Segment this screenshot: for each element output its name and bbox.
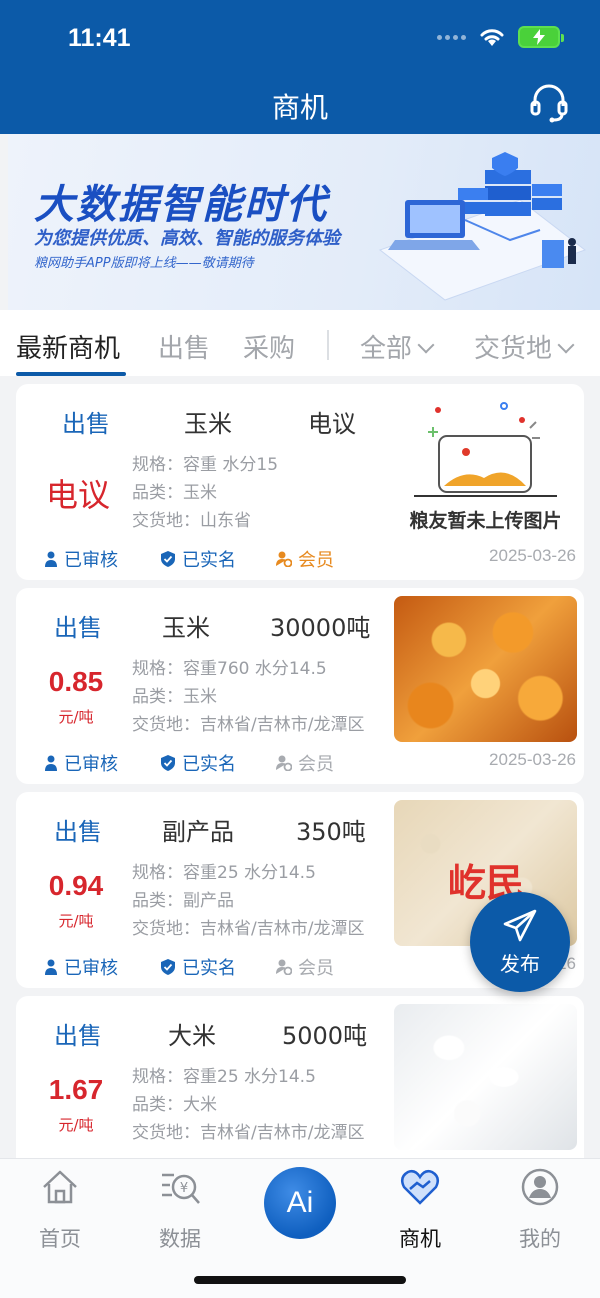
listing-product: 副产品: [162, 818, 234, 846]
listing-price-unit: 元/吨: [58, 1116, 94, 1134]
user-profile-icon: [521, 1168, 559, 1206]
banner-note: 粮网助手APP版即将上线——敬请期待: [34, 256, 254, 271]
listing-date: 2025-03-26: [489, 750, 576, 769]
real-name-badge: 已实名: [160, 750, 236, 776]
listing-category: 品类：玉米: [132, 483, 217, 503]
data-search-icon: ¥: [162, 1173, 200, 1204]
listing-type: 出售: [54, 614, 102, 642]
shield-check-icon: [161, 755, 175, 771]
tab-buy[interactable]: 采购: [243, 328, 295, 365]
no-image-caption: 粮友暂未上传图片: [409, 510, 562, 532]
tab-data-label: 数据: [159, 1227, 201, 1251]
handshake-heart-icon: [400, 1169, 440, 1205]
page-title: 商机: [271, 91, 328, 124]
verified-badge: 已审核: [44, 546, 118, 572]
filter-all-dropdown[interactable]: 全部: [360, 328, 435, 365]
member-badge: 会员: [276, 750, 334, 776]
status-icons: [437, 26, 564, 48]
listing-image-placeholder: 粮友暂未上传图片: [394, 392, 577, 538]
svg-text:¥: ¥: [180, 1181, 188, 1196]
member-badge: 会员: [276, 546, 334, 572]
person-icon: [45, 551, 57, 567]
home-icon: [43, 1170, 77, 1204]
server-illustration: [378, 152, 587, 301]
filter-delivery-label: 交货地: [474, 334, 553, 364]
customer-service-icon[interactable]: [528, 82, 570, 124]
verified-badge: 已审核: [44, 750, 118, 776]
listing-list[interactable]: 出售 玉米 电议 电议 规格：容重 水分15 品类：玉米 交货地：山东省 粮友暂…: [0, 376, 600, 1158]
member-icon: [276, 959, 292, 975]
listing-type: 出售: [54, 818, 102, 846]
send-icon: [503, 909, 537, 942]
shield-check-icon: [161, 551, 175, 567]
listing-product: 大米: [168, 1022, 216, 1050]
ai-assistant-button[interactable]: Ai: [264, 1167, 336, 1239]
tab-divider: [327, 330, 329, 360]
listing-price: 0.85: [48, 666, 104, 697]
tab-business-label: 商机: [399, 1227, 441, 1251]
tab-mine-label: 我的: [519, 1227, 561, 1251]
listing-price-unit: 元/吨: [58, 912, 94, 930]
tab-home-label: 首页: [39, 1227, 81, 1251]
listing-spec: 规格：容重25 水分14.5: [132, 1067, 316, 1087]
shield-check-icon: [161, 959, 175, 975]
listing-quantity: 30000吨: [270, 614, 371, 642]
listing-product: 玉米: [162, 614, 210, 642]
listing-spec: 规格：容重760 水分14.5: [132, 659, 327, 679]
tab-latest[interactable]: 最新商机: [16, 328, 120, 365]
listing-delivery: 交货地：吉林省/吉林市/龙潭区: [132, 1123, 365, 1143]
publish-button[interactable]: 发布: [470, 892, 570, 992]
listing-quantity: 5000吨: [282, 1022, 368, 1050]
real-name-badge: 已实名: [160, 546, 236, 572]
wifi-icon: [480, 29, 504, 46]
publish-label: 发布: [500, 952, 540, 976]
listing-delivery: 交货地：吉林省/吉林市/龙潭区: [132, 919, 365, 939]
listing-category: 品类：大米: [132, 1095, 217, 1115]
listing-category: 品类：玉米: [132, 687, 217, 707]
listing-type: 出售: [54, 1022, 102, 1050]
person-icon: [45, 755, 57, 771]
listing-spec: 规格：容重25 水分14.5: [132, 863, 316, 883]
banner-subtitle: 为您提供优质、高效、智能的服务体验: [34, 228, 340, 249]
listing-price: 0.94: [48, 870, 104, 901]
chevron-down-icon: [557, 336, 575, 354]
listing-date: 2025-03-26: [489, 546, 576, 565]
listing-delivery: 交货地：吉林省/吉林市/龙潭区: [132, 715, 365, 735]
promo-banner[interactable]: 大数据智能时代 为您提供优质、高效、智能的服务体验 粮网助手APP版即将上线——…: [8, 134, 600, 310]
status-time: 11:41: [68, 24, 131, 52]
filter-tabs: 最新商机 出售 采购 全部 交货地: [0, 310, 600, 376]
ai-label: Ai: [286, 1186, 314, 1219]
real-name-badge: 已实名: [160, 954, 236, 980]
battery-icon: [518, 26, 564, 48]
no-image-icon: [414, 402, 557, 497]
listing-category: 品类：副产品: [132, 891, 234, 911]
chevron-down-icon: [417, 336, 435, 354]
listing-card[interactable]: 出售 玉米 30000吨 0.85 元/吨 规格：容重760 水分14.5 品类…: [16, 588, 584, 784]
listing-quantity: 电议: [308, 410, 356, 438]
member-icon: [276, 755, 292, 771]
listing-quantity: 350吨: [296, 818, 366, 846]
filter-delivery-dropdown[interactable]: 交货地: [474, 328, 575, 365]
person-icon: [45, 959, 57, 975]
listing-delivery: 交货地：山东省: [132, 511, 251, 531]
listing-price: 电议: [45, 476, 110, 514]
listing-image-corn[interactable]: [394, 596, 577, 742]
signal-icon: [437, 34, 466, 40]
listing-price: 1.67: [48, 1074, 104, 1105]
member-badge: 会员: [276, 954, 334, 980]
listing-spec: 规格：容重 水分15: [132, 455, 279, 475]
listing-card[interactable]: 出售 大米 5000吨 1.67 元/吨 规格：容重25 水分14.5 品类：大…: [16, 996, 584, 1158]
listing-price-unit: 元/吨: [58, 708, 94, 726]
verified-badge: 已审核: [44, 954, 118, 980]
listing-card[interactable]: 出售 玉米 电议 电议 规格：容重 水分15 品类：玉米 交货地：山东省 粮友暂…: [16, 384, 584, 580]
member-icon: [276, 551, 292, 567]
listing-image-rice[interactable]: [394, 1004, 577, 1150]
app-header: 11:41 商机: [0, 0, 600, 134]
home-indicator: [194, 1276, 406, 1284]
filter-all-label: 全部: [360, 334, 413, 364]
tab-sell[interactable]: 出售: [158, 328, 210, 365]
listing-product: 玉米: [184, 410, 232, 438]
listing-type: 出售: [62, 410, 110, 438]
banner-title: 大数据智能时代: [34, 182, 328, 228]
